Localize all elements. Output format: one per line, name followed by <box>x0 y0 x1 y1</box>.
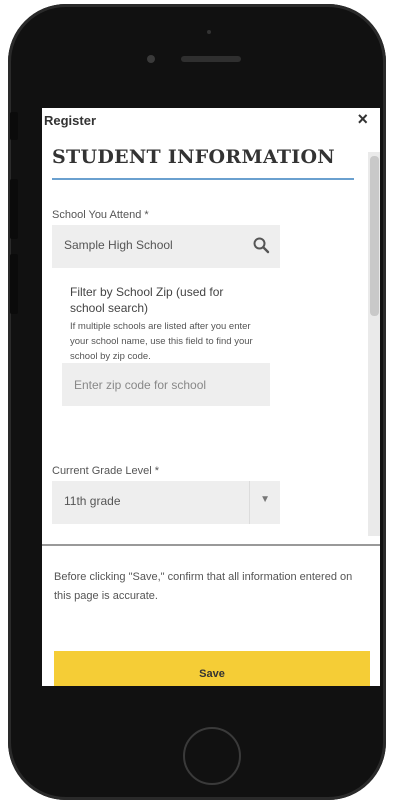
required-mark: * <box>144 209 149 221</box>
select-divider <box>249 481 250 524</box>
close-icon[interactable]: × <box>357 109 368 130</box>
mute-switch <box>10 112 18 140</box>
grade-label-text: Current Grade Level <box>52 465 152 477</box>
chevron-down-icon[interactable]: ▼ <box>260 494 270 505</box>
save-confirmation-note: Before clicking "Save," confirm that all… <box>54 571 353 602</box>
footer-divider <box>42 544 380 546</box>
search-icon[interactable] <box>252 236 270 254</box>
zip-code-input[interactable] <box>62 363 270 406</box>
save-button[interactable]: Save <box>54 651 370 686</box>
zip-filter-title: Filter by School Zip (used for school se… <box>70 285 224 315</box>
home-button[interactable] <box>183 727 241 785</box>
phone-screen: Register × STUDENT INFORMATION School Yo… <box>42 108 380 686</box>
volume-down-button <box>10 254 18 314</box>
school-label-text: School You Attend <box>52 209 142 221</box>
page-title: STUDENT INFORMATION <box>52 146 335 168</box>
volume-up-button <box>10 179 18 239</box>
school-label: School You Attend * <box>52 209 149 221</box>
proximity-sensor <box>207 30 211 34</box>
school-search-value: Sample High School <box>64 238 173 252</box>
grade-label: Current Grade Level * <box>52 465 159 477</box>
phone-frame: Register × STUDENT INFORMATION School Yo… <box>8 4 386 800</box>
scrollbar-thumb[interactable] <box>370 156 379 316</box>
grade-level-select[interactable]: 11th grade ▼ <box>52 481 280 524</box>
heading-divider <box>52 178 354 180</box>
modal-title-bar: Register × <box>42 108 380 134</box>
required-mark: * <box>154 465 160 477</box>
grade-level-value: 11th grade <box>64 494 121 508</box>
zip-filter-help: If multiple schools are listed after you… <box>70 321 253 362</box>
modal-title: Register <box>44 113 97 128</box>
front-camera <box>147 55 155 63</box>
school-search-field[interactable]: Sample High School <box>52 225 280 268</box>
zip-filter-panel: Filter by School Zip (used for school se… <box>52 268 280 444</box>
earpiece-speaker <box>181 56 241 62</box>
